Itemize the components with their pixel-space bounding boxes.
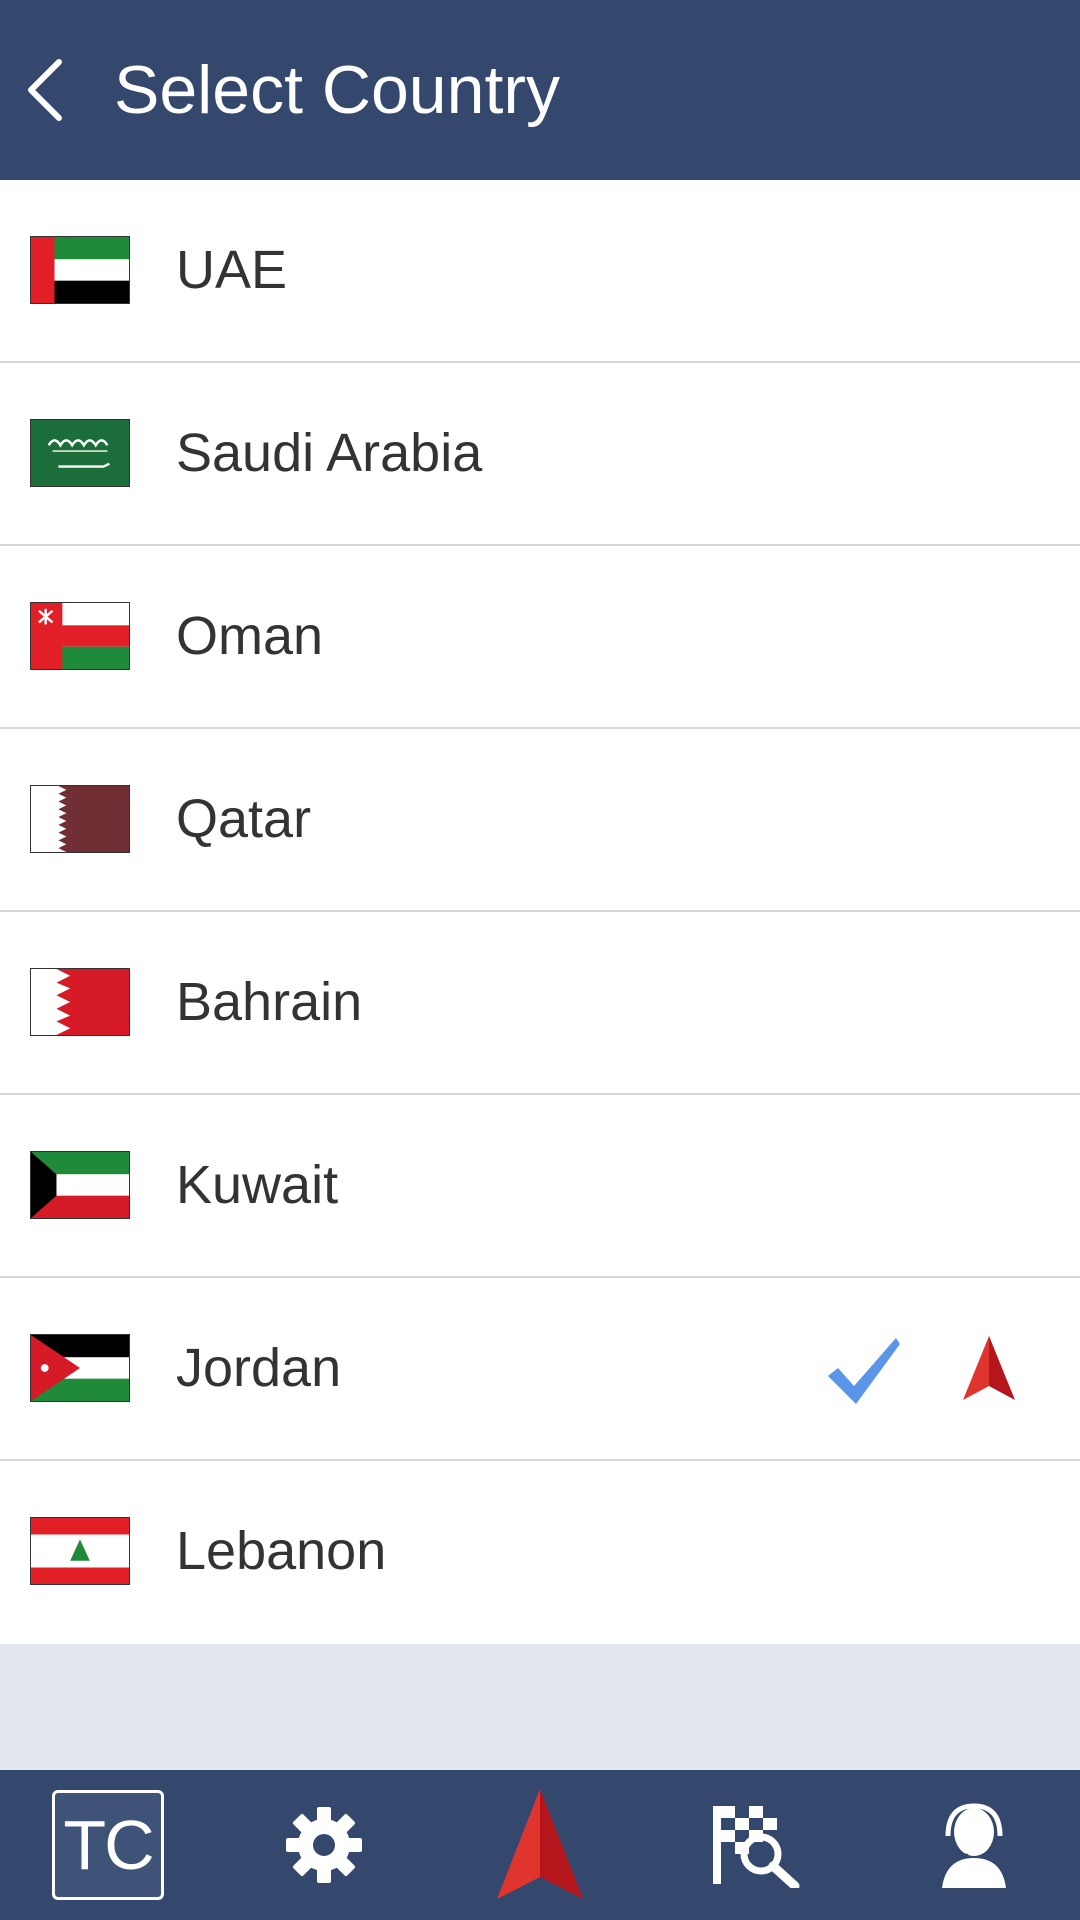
kuwait-flag bbox=[30, 1151, 130, 1219]
tab-tc[interactable]: TC bbox=[0, 1770, 216, 1920]
tc-label: TC bbox=[63, 1806, 154, 1884]
jordan-flag bbox=[30, 1334, 130, 1402]
country-row-bahrain[interactable]: Bahrain bbox=[0, 912, 1080, 1095]
country-name: UAE bbox=[176, 240, 288, 300]
qatar-flag bbox=[30, 785, 130, 853]
bottom-tab-bar: TC bbox=[0, 1770, 1080, 1920]
tab-navigate[interactable] bbox=[432, 1770, 648, 1920]
bahrain-flag bbox=[30, 968, 130, 1036]
oman-flag bbox=[30, 602, 130, 670]
navigation-arrow-icon bbox=[963, 1336, 1015, 1400]
checkmark-icon bbox=[828, 1338, 900, 1404]
lebanon-flag bbox=[30, 1517, 130, 1585]
country-row-qatar[interactable]: Qatar bbox=[0, 729, 1080, 912]
country-row-saudi-arabia[interactable]: Saudi Arabia bbox=[0, 363, 1080, 546]
country-name: Jordan bbox=[176, 1338, 342, 1398]
back-button[interactable] bbox=[10, 50, 80, 130]
tab-destination-search[interactable] bbox=[648, 1770, 864, 1920]
saudi-arabia-flag bbox=[30, 419, 130, 487]
support-agent-icon bbox=[942, 1803, 1006, 1888]
country-row-lebanon[interactable]: Lebanon bbox=[0, 1461, 1080, 1644]
country-row-oman[interactable]: Oman bbox=[0, 546, 1080, 729]
country-row-jordan[interactable]: Jordan bbox=[0, 1278, 1080, 1461]
tab-support[interactable] bbox=[864, 1770, 1080, 1920]
uae-flag bbox=[30, 236, 130, 304]
country-list: UAE Saudi Arabia Oman Qatar Bahrain Kuwa… bbox=[0, 180, 1080, 1644]
country-name: Lebanon bbox=[176, 1521, 387, 1581]
country-row-uae[interactable]: UAE bbox=[0, 180, 1080, 363]
country-row-kuwait[interactable]: Kuwait bbox=[0, 1095, 1080, 1278]
country-name: Kuwait bbox=[176, 1155, 339, 1215]
navigation-arrow-icon bbox=[497, 1789, 583, 1899]
country-name: Bahrain bbox=[176, 972, 363, 1032]
app-header: Select Country bbox=[0, 0, 1080, 180]
page-title: Select Country bbox=[114, 52, 560, 128]
checkered-flag-search-icon bbox=[713, 1806, 800, 1888]
country-name: Saudi Arabia bbox=[176, 423, 483, 483]
gear-icon bbox=[286, 1807, 362, 1883]
tab-settings[interactable] bbox=[216, 1770, 432, 1920]
chevron-left-icon bbox=[28, 59, 62, 121]
country-name: Oman bbox=[176, 606, 324, 666]
country-name: Qatar bbox=[176, 789, 312, 849]
tc-logo-icon: TC bbox=[52, 1790, 164, 1900]
